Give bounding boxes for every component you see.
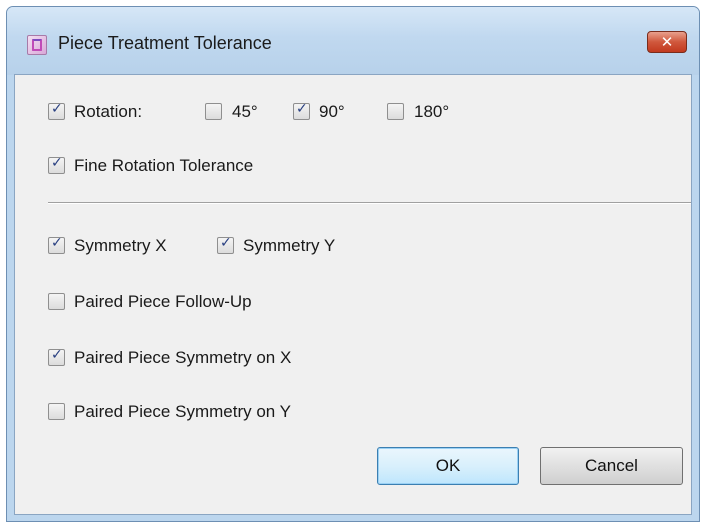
dialog-window: Piece Treatment Tolerance ✕ ✓ Rotation: … bbox=[6, 6, 700, 522]
paired-symmetry-y-label: Paired Piece Symmetry on Y bbox=[74, 402, 291, 421]
checkbox-box: ✓ bbox=[48, 101, 65, 120]
ok-button[interactable]: OK bbox=[377, 447, 519, 485]
check-icon: ✓ bbox=[51, 235, 63, 251]
close-button[interactable]: ✕ bbox=[647, 31, 687, 53]
symmetry-x-label: Symmetry X bbox=[74, 236, 167, 255]
check-icon: ✓ bbox=[296, 101, 308, 117]
cancel-button[interactable]: Cancel bbox=[540, 447, 683, 485]
app-icon bbox=[27, 35, 47, 55]
checkbox-box: ✓ bbox=[48, 347, 65, 366]
paired-symmetry-x-label: Paired Piece Symmetry on X bbox=[74, 348, 292, 367]
dialog-body: ✓ Rotation: 45° ✓ 90° 180° ✓ Fine Rotati… bbox=[14, 74, 692, 515]
symmetry-y-label: Symmetry Y bbox=[243, 236, 336, 255]
close-icon: ✕ bbox=[660, 33, 674, 51]
checkbox-box bbox=[48, 293, 65, 310]
checkbox-box: ✓ bbox=[48, 235, 65, 254]
checkbox-box bbox=[205, 103, 222, 120]
checkbox-box: ✓ bbox=[48, 155, 65, 174]
checkbox-box: ✓ bbox=[293, 101, 310, 120]
checkbox-box bbox=[48, 403, 65, 420]
check-icon: ✓ bbox=[51, 155, 63, 171]
title-bar[interactable]: Piece Treatment Tolerance ✕ bbox=[7, 7, 699, 75]
rotation-180-label: 180° bbox=[414, 102, 450, 121]
check-icon: ✓ bbox=[51, 101, 63, 117]
rotation-90-label: 90° bbox=[319, 102, 345, 121]
checkbox-box bbox=[387, 103, 404, 120]
checkbox-box: ✓ bbox=[217, 235, 234, 254]
separator bbox=[48, 202, 691, 204]
rotation-45-label: 45° bbox=[232, 102, 258, 121]
dialog-title: Piece Treatment Tolerance bbox=[58, 33, 272, 53]
paired-follow-up-label: Paired Piece Follow-Up bbox=[74, 292, 252, 311]
rotation-label: Rotation: bbox=[74, 102, 143, 121]
check-icon: ✓ bbox=[51, 347, 63, 363]
check-icon: ✓ bbox=[220, 235, 232, 251]
fine-rotation-label: Fine Rotation Tolerance bbox=[74, 156, 254, 175]
